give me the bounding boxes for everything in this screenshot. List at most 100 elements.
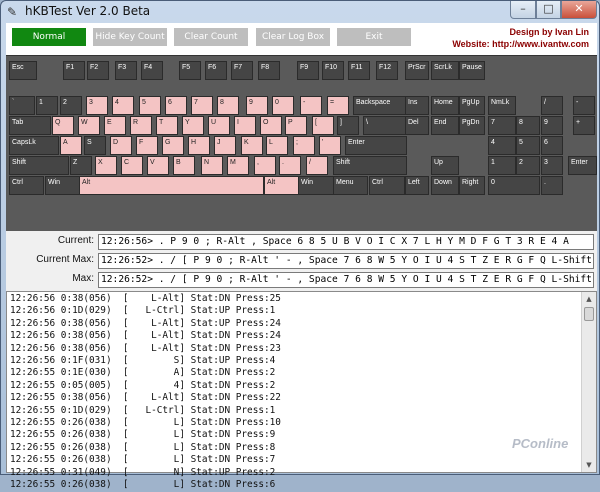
key-r4-12: Up <box>431 156 459 175</box>
key-r1-9: 9 <box>246 96 268 115</box>
key-r1-6: 6 <box>165 96 187 115</box>
key-r4-1: Z <box>70 156 92 175</box>
key-r2-20: + <box>573 116 595 135</box>
vertical-scrollbar[interactable]: ▲ ▼ <box>581 292 596 472</box>
key-r4-7: M <box>227 156 249 175</box>
key-r3-10: ; <box>293 136 315 155</box>
hide-key-count-button[interactable]: Hide Key Count <box>93 28 167 46</box>
title-bar[interactable]: ✎ hKBTest Ver 2.0 Beta – □ ✕ <box>1 1 600 23</box>
key-r1-11: - <box>300 96 322 115</box>
website-link[interactable]: Website: http://www.ivantw.com <box>452 38 589 50</box>
key-r3-0: CapsLk <box>9 136 59 155</box>
maximize-button[interactable]: □ <box>536 1 561 19</box>
log-line: 12:26:56 0:38(056) [ L-Alt] Stat:DN Pres… <box>10 330 281 342</box>
key-r3-5: G <box>162 136 184 155</box>
key-r1-2: 2 <box>60 96 82 115</box>
log-line: 12:26:55 0:26(038) [ L] Stat:DN Press:6 <box>10 479 276 491</box>
key-r0-6: F6 <box>205 61 227 80</box>
key-r4-16: Enter <box>568 156 597 175</box>
clear-log-box-button[interactable]: Clear Log Box <box>256 28 330 46</box>
key-r3-8: K <box>241 136 263 155</box>
key-r4-15: 3 <box>541 156 563 175</box>
triangle-up-icon[interactable]: ▲ <box>583 293 595 305</box>
key-r2-0: Tab <box>9 116 51 135</box>
keyboard-panel: Esc F1 F2 F3 F4 F5 F6 F7 F8 F9 F10 F11 F12 PrScr ScrLk… <box>6 55 597 231</box>
key-r4-0: Shift <box>9 156 69 175</box>
key-r3-11: ' <box>319 136 341 155</box>
key-r4-4: V <box>147 156 169 175</box>
key-r2-19: 9 <box>541 116 563 135</box>
key-r4-9: . <box>279 156 301 175</box>
key-r3-15: 6 <box>541 136 563 155</box>
key-r1-7: 7 <box>191 96 213 115</box>
log-line: 12:26:56 0:38(056) [ L-Alt] Stat:DN Pres… <box>10 293 281 304</box>
log-box[interactable]: 12:26:56 0:38(056) [ L-Alt] Stat:DN Pres… <box>6 291 597 490</box>
triangle-down-icon[interactable]: ▼ <box>583 459 595 471</box>
key-r2-16: PgDn <box>459 116 485 135</box>
key-r1-13: Backspace <box>353 96 407 115</box>
key-r0-1: F1 <box>63 61 85 80</box>
key-r4-6: N <box>201 156 223 175</box>
credit: Design by Ivan Lin Website: http://www.i… <box>452 26 589 50</box>
key-r2-17: 7 <box>488 116 516 135</box>
key-r1-15: Home <box>431 96 459 115</box>
log-line: 12:26:55 0:1D(029) [ L-Ctrl] Stat:DN Pre… <box>10 404 276 416</box>
key-r1-1: 1 <box>36 96 58 115</box>
key-r3-7: J <box>214 136 236 155</box>
key-r5-9: Right <box>459 176 485 195</box>
exit-button[interactable]: Exit <box>337 28 411 46</box>
log-line: 12:26:55 0:38(056) [ L-Alt] Stat:DN Pres… <box>10 392 281 404</box>
key-r1-3: 3 <box>86 96 108 115</box>
key-r2-9: O <box>260 116 282 135</box>
normal-button[interactable]: Normal <box>12 28 86 46</box>
key-r0-11: F11 <box>348 61 370 80</box>
key-r3-1: A <box>60 136 82 155</box>
key-r2-7: U <box>208 116 230 135</box>
window-title: hKBTest Ver 2.0 Beta <box>25 4 151 18</box>
key-r3-4: F <box>136 136 158 155</box>
key-r2-2: W <box>78 116 100 135</box>
key-r2-13: \ <box>363 116 407 135</box>
key-r1-10: 0 <box>272 96 294 115</box>
log-line: 12:26:56 0:1D(029) [ L-Ctrl] Stat:UP Pre… <box>10 305 276 317</box>
key-r1-12: = <box>327 96 349 115</box>
key-r0-9: F9 <box>297 61 319 80</box>
key-r1-18: / <box>541 96 563 115</box>
key-r4-3: C <box>121 156 143 175</box>
max-field: 12:26:52> . / [ P 9 0 ; R-Alt ' - , Spac… <box>98 272 594 288</box>
log-line: 12:26:55 0:26(038) [ L] Stat:DN Press:8 <box>10 441 276 453</box>
log-lines: 12:26:56 0:38(056) [ L-Alt] Stat:DN Pres… <box>10 293 580 492</box>
scrollbar-thumb[interactable] <box>584 307 594 321</box>
log-line: 12:26:56 0:1F(031) [ S] Stat:UP Press:4 <box>10 355 276 367</box>
key-r5-7: Left <box>405 176 429 195</box>
key-r0-8: F8 <box>258 61 280 80</box>
key-r1-20: - <box>573 96 595 115</box>
current-max-field: 12:26:52> . / [ P 9 0 ; R-Alt ' - , Spac… <box>98 253 594 269</box>
key-r2-11: [ <box>312 116 334 135</box>
key-r5-8: Down <box>431 176 459 195</box>
key-r4-5: B <box>173 156 195 175</box>
app-window: ✎ hKBTest Ver 2.0 Beta – □ ✕ Normal Hide… <box>0 0 600 490</box>
key-r4-2: X <box>95 156 117 175</box>
key-r1-8: 8 <box>217 96 239 115</box>
key-r0-2: F2 <box>87 61 109 80</box>
log-line: 12:26:55 0:26(038) [ L] Stat:DN Press:7 <box>10 454 276 466</box>
close-button[interactable]: ✕ <box>561 1 597 19</box>
key-r5-11: . <box>541 176 563 195</box>
key-r5-5: Menu <box>333 176 368 195</box>
max-row: Max: 12:26:52> . / [ P 9 0 ; R-Alt ' - ,… <box>6 271 597 289</box>
key-r0-0: Esc <box>9 61 37 80</box>
key-r2-8: I <box>234 116 256 135</box>
toolbar: Normal Hide Key Count Clear Count Clear … <box>6 23 597 55</box>
log-line: 12:26:55 0:26(038) [ L] Stat:DN Press:10 <box>10 417 281 429</box>
key-r5-0: Ctrl <box>9 176 44 195</box>
minimize-button[interactable]: – <box>510 1 536 19</box>
watermark-logo: PConline <box>512 436 569 451</box>
key-r2-6: Y <box>182 116 204 135</box>
keyboard-icon: ✎ <box>7 5 18 19</box>
clear-count-button[interactable]: Clear Count <box>174 28 248 46</box>
key-r4-13: 1 <box>488 156 516 175</box>
key-r4-10: / <box>306 156 328 175</box>
key-r0-10: F10 <box>322 61 344 80</box>
current-field: 12:26:56> . P 9 0 ; R-Alt , Space 6 8 5 … <box>98 234 594 250</box>
